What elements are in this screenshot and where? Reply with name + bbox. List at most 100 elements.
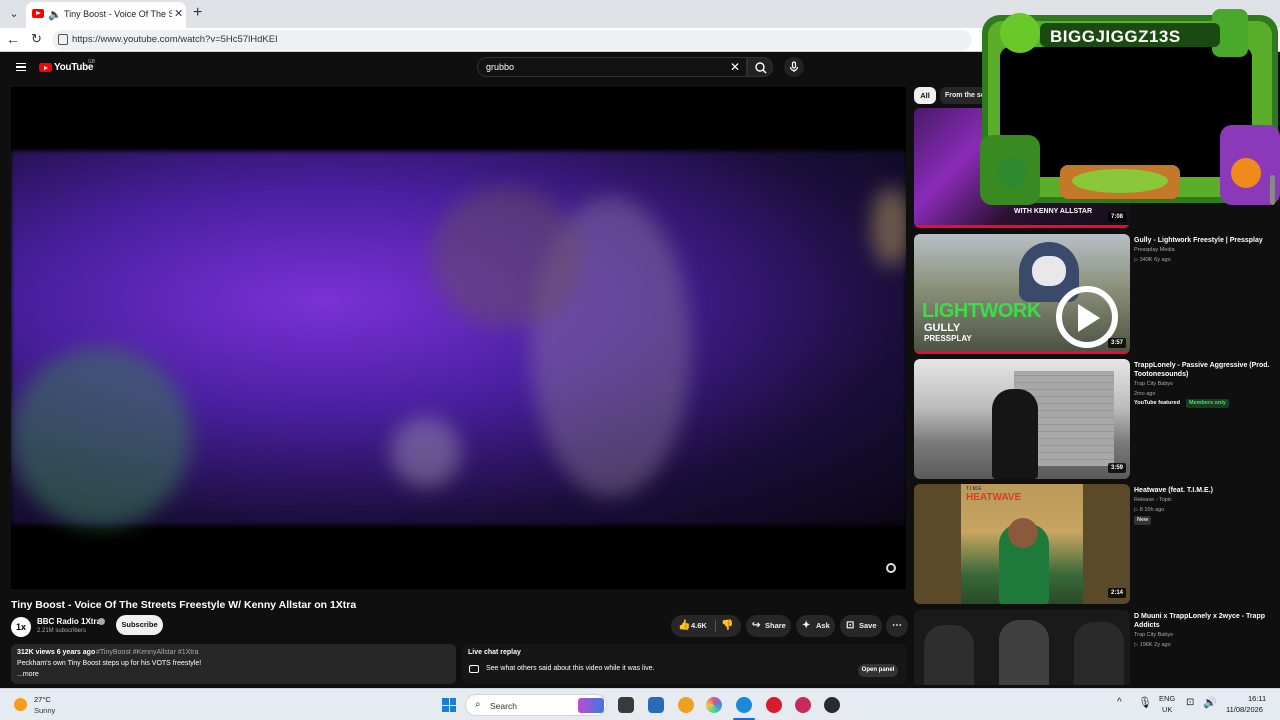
browser-tab-active[interactable]: 🔈 Tiny Boost - Voice Of The Streets Free…	[26, 2, 186, 28]
search-highlight-icon	[578, 698, 604, 713]
sun-weather-icon[interactable]	[14, 698, 27, 711]
like-dislike-group: 👍 4.6K 👎	[671, 615, 741, 637]
clock-time[interactable]: 16:11	[1248, 694, 1266, 703]
description-box[interactable]: 312K views 6 years ago #TinyBoost #Kenny…	[11, 644, 456, 684]
url-text[interactable]: https://www.youtube.com/watch?v=5Hc57lHd…	[72, 34, 278, 45]
recommendation-item[interactable]: 3:59 TrappLonely - Passive Aggressive (P…	[914, 359, 1274, 479]
recommendation-meta: 2mo ago	[1134, 391, 1156, 397]
view-count-date: 312K views 6 years ago	[17, 649, 96, 656]
audio-playing-icon[interactable]: 🔈	[48, 8, 62, 21]
ask-label: Ask	[816, 621, 830, 630]
more-actions-icon[interactable]: ⋯	[886, 615, 908, 637]
volume-icon[interactable]: 🔊	[1203, 696, 1217, 709]
recommendation-channel[interactable]: Pressplay Media	[1134, 247, 1175, 253]
video-player[interactable]	[11, 87, 906, 589]
recommendation-channel[interactable]: Trap City Babys	[1134, 632, 1173, 638]
copilot-icon[interactable]	[706, 697, 722, 713]
like-count[interactable]: 4.6K	[691, 621, 707, 630]
microphone-in-use-icon[interactable]: 🎙	[1138, 696, 1152, 709]
youtube-logo-icon[interactable]	[39, 63, 52, 72]
search-query[interactable]: grubbo	[486, 62, 514, 72]
thumbs-up-icon[interactable]: 👍	[678, 620, 690, 631]
chat-app-icon[interactable]	[678, 697, 694, 713]
recommendation-title[interactable]: Heatwave (feat. T.I.M.E.)	[1134, 486, 1274, 495]
members-only-badge: Members only	[1186, 399, 1229, 408]
taskbar-search-placeholder[interactable]: Search	[490, 701, 517, 711]
hashtags[interactable]: #TinyBoost #KennyAllstar #1Xtra	[96, 649, 198, 656]
save-button[interactable]: ⊡ Save	[840, 615, 882, 637]
share-button[interactable]: ↪ Share	[746, 615, 791, 637]
thumbnail-text: LIGHTWORK	[922, 300, 1041, 322]
divider	[715, 620, 716, 632]
recommendation-meta: ▷ 343K 6y ago	[1134, 257, 1171, 263]
recommendation-item[interactable]: T.I.M.E HEATWAVE 2:14 Heatwave (feat. T.…	[914, 484, 1274, 604]
channel-avatar[interactable]: 1x	[11, 617, 31, 637]
store-app-icon[interactable]	[648, 697, 664, 713]
gta-app-icon[interactable]	[766, 697, 782, 713]
clear-search-icon[interactable]: ✕	[730, 60, 740, 74]
youtube-favicon-icon	[32, 9, 44, 18]
network-icon[interactable]: ⊡	[1186, 697, 1194, 708]
thumbnail-text: PRESSPLAY	[924, 334, 972, 343]
thumbs-down-icon[interactable]: 👎	[721, 620, 733, 631]
recommendation-title[interactable]: D Muuni x TrappLonely x 2wyce - Trapp Ad…	[1134, 612, 1274, 630]
recommendation-item[interactable]: LIGHTWORK GULLY PRESSPLAY 3:57 Gully - L…	[914, 234, 1274, 354]
site-info-icon[interactable]	[58, 34, 68, 45]
video-title: Tiny Boost - Voice Of The Streets Freest…	[11, 599, 357, 611]
sparkle-icon: ✦	[802, 620, 811, 631]
recommendation-meta: ▷ 8 10h ago	[1134, 507, 1165, 513]
obs-app-icon[interactable]	[824, 697, 840, 713]
tab-title: Tiny Boost - Voice Of The Streets Freest…	[64, 9, 172, 19]
album-title-text: HEATWAVE	[966, 492, 1022, 503]
streamer-name: BIGGJIGGZ13S	[1050, 27, 1181, 46]
clock-date[interactable]: 11/08/2026	[1226, 705, 1263, 714]
weather-description[interactable]: Sunny	[34, 706, 55, 715]
search-icon	[755, 62, 767, 74]
watch-progress-bar	[914, 225, 1130, 228]
tab-close-icon[interactable]: ✕	[174, 7, 183, 20]
edge-browser-icon[interactable]	[736, 697, 752, 713]
input-language[interactable]: ENG	[1159, 694, 1175, 703]
windows-taskbar: 27°C Sunny ⌕ Search ^ 🎙 ENG UK ⊡ 🔊 16:11…	[0, 688, 1280, 720]
search-icon: ⌕	[475, 699, 481, 710]
channel-name[interactable]: BBC Radio 1Xtra	[37, 617, 101, 626]
url-field[interactable]: https://www.youtube.com/watch?v=5Hc57lHd…	[52, 30, 972, 50]
share-label: Share	[765, 621, 786, 630]
task-view-icon[interactable]	[618, 697, 634, 713]
share-arrow-icon: ↪	[752, 620, 761, 631]
search-input[interactable]: grubbo ✕	[477, 57, 747, 77]
tab-search-chevron-icon[interactable]: ⌄	[6, 6, 22, 22]
ask-button[interactable]: ✦ Ask	[796, 615, 835, 637]
reload-icon[interactable]: ↻	[31, 31, 42, 47]
bookmark-icon: ⊡	[846, 620, 855, 631]
show-hidden-icons-chevron-icon[interactable]: ^	[1117, 697, 1122, 708]
windows-start-icon[interactable]	[442, 698, 456, 712]
input-region[interactable]: UK	[1162, 705, 1172, 714]
show-more-link[interactable]: ...more	[17, 671, 39, 678]
weather-temperature[interactable]: 27°C	[34, 695, 51, 704]
hamburger-menu-icon[interactable]	[16, 63, 26, 71]
voice-search-button[interactable]	[784, 57, 804, 77]
pulse-app-icon[interactable]	[795, 697, 811, 713]
video-thumbnail[interactable]: LIGHTWORK GULLY PRESSPLAY 3:57	[914, 234, 1130, 354]
video-thumbnail[interactable]: T.I.M.E HEATWAVE 2:14	[914, 484, 1130, 604]
video-thumbnail[interactable]	[914, 610, 1130, 685]
recommendation-title[interactable]: TrappLonely - Passive Aggressive (Prod. …	[1134, 361, 1274, 379]
recommendation-channel[interactable]: Release - Topic	[1134, 497, 1172, 503]
duration-badge: 2:14	[1107, 588, 1126, 598]
scrollbar-thumb[interactable]	[1270, 175, 1275, 205]
description-text: Peckham's own Tiny Boost steps up for hi…	[17, 660, 202, 667]
new-tab-plus-icon[interactable]: +	[193, 4, 202, 22]
subscribe-button[interactable]: Subscribe	[116, 615, 163, 635]
video-blur-shape	[871, 187, 906, 267]
open-panel-button[interactable]: Open panel	[858, 664, 898, 677]
back-arrow-icon[interactable]: ←	[6, 31, 20, 47]
filter-chip-all[interactable]: All	[914, 87, 936, 104]
search-button[interactable]	[747, 57, 773, 77]
duration-badge: 3:57	[1107, 338, 1126, 348]
recommendation-channel[interactable]: Trap City Babys	[1134, 381, 1173, 387]
video-thumbnail[interactable]: 3:59	[914, 359, 1130, 479]
taskbar-search-box[interactable]: ⌕ Search	[465, 694, 607, 716]
recommendation-item[interactable]: D Muuni x TrappLonely x 2wyce - Trapp Ad…	[914, 610, 1274, 685]
recommendation-title[interactable]: Gully - Lightwork Freestyle | Pressplay	[1134, 236, 1274, 245]
